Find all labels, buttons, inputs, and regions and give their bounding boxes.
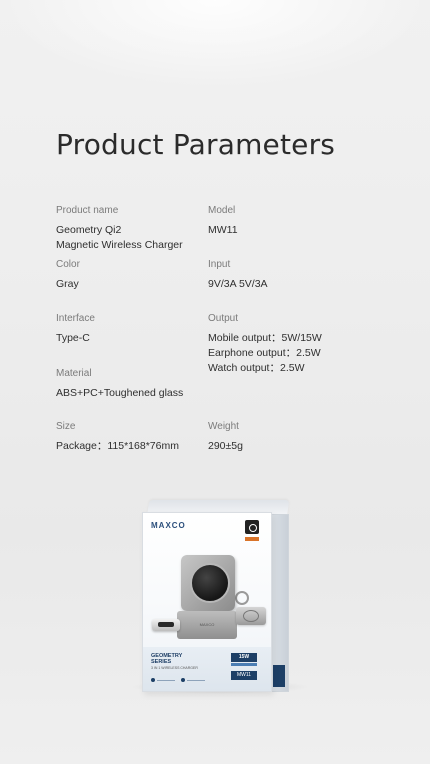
param-product-name: Product name Geometry Qi2 Magnetic Wirel… (56, 205, 226, 253)
param-label: Weight (208, 421, 239, 432)
feature-icon (151, 678, 155, 682)
param-value: Package：115*168*76mm (56, 440, 179, 452)
series-subtitle: 3 IN 1 WIRELESS CHARGER (151, 666, 198, 670)
top-glow (0, 0, 430, 90)
feature-text-line (187, 680, 205, 681)
param-label: Size (56, 421, 76, 432)
charger-base: MAXCO (177, 611, 237, 639)
orange-accent-bar (245, 537, 259, 541)
param-weight: Weight 290±5g (208, 421, 378, 454)
product-box-image: MAXCO MAXCO GEOMETRY SERIES 3 IN 1 WIREL… (142, 500, 292, 695)
charging-disc (190, 563, 230, 603)
param-value: Type-C (56, 332, 90, 344)
model-badge: MW11 (231, 671, 257, 680)
param-value: Gray (56, 278, 79, 290)
feature-icon (181, 678, 185, 682)
watch-pad (152, 619, 180, 631)
param-label: Interface (56, 313, 95, 324)
series-line: SERIES (151, 659, 172, 665)
param-value: ABS+PC+Toughened glass (56, 387, 184, 399)
param-output: Output Mobile output：5W/15W Earphone out… (208, 313, 378, 376)
param-label: Material (56, 368, 92, 379)
box-front: MAXCO MAXCO GEOMETRY SERIES 3 IN 1 WIREL… (142, 512, 272, 692)
param-input: Input 9V/3A 5V/3A (208, 259, 378, 292)
param-value-line: Earphone output：2.5W (208, 347, 321, 359)
earbuds-pad (236, 607, 266, 625)
param-value: 290±5g (208, 440, 243, 452)
param-model: Model MW11 (208, 205, 378, 238)
page-title: Product Parameters (56, 128, 336, 161)
feature-text-line (157, 680, 175, 681)
param-label: Output (208, 313, 239, 324)
param-color: Color Gray (56, 259, 226, 292)
earphone-pad-icon (235, 591, 249, 605)
series-title: GEOMETRY SERIES (151, 653, 182, 665)
brand-logo: MAXCO (151, 521, 186, 530)
watt-badge: 15W (231, 653, 257, 662)
param-label: Model (208, 205, 236, 216)
param-value: 9V/3A 5V/3A (208, 278, 268, 290)
param-value: MW11 (208, 224, 238, 236)
charger-tower (181, 555, 235, 611)
watt-strip (231, 663, 257, 666)
base-brand-text: MAXCO (199, 622, 215, 627)
param-value-line: Magnetic Wireless Charger (56, 239, 183, 251)
param-label: Color (56, 259, 80, 270)
param-size: Size Package：115*168*76mm (56, 421, 226, 454)
param-label: Product name (56, 205, 119, 216)
param-value-line: Mobile output：5W/15W (208, 332, 322, 344)
box-side-strip (273, 665, 285, 687)
qi2-badge-icon (245, 520, 259, 534)
param-value: Geometry Qi2 Magnetic Wireless Charger (56, 223, 226, 253)
param-label: Input (208, 259, 231, 270)
param-material: Material ABS+PC+Toughened glass (56, 368, 256, 401)
box-side (270, 514, 289, 692)
param-value-line: Geometry Qi2 (56, 224, 122, 236)
param-interface: Interface Type-C (56, 313, 226, 346)
